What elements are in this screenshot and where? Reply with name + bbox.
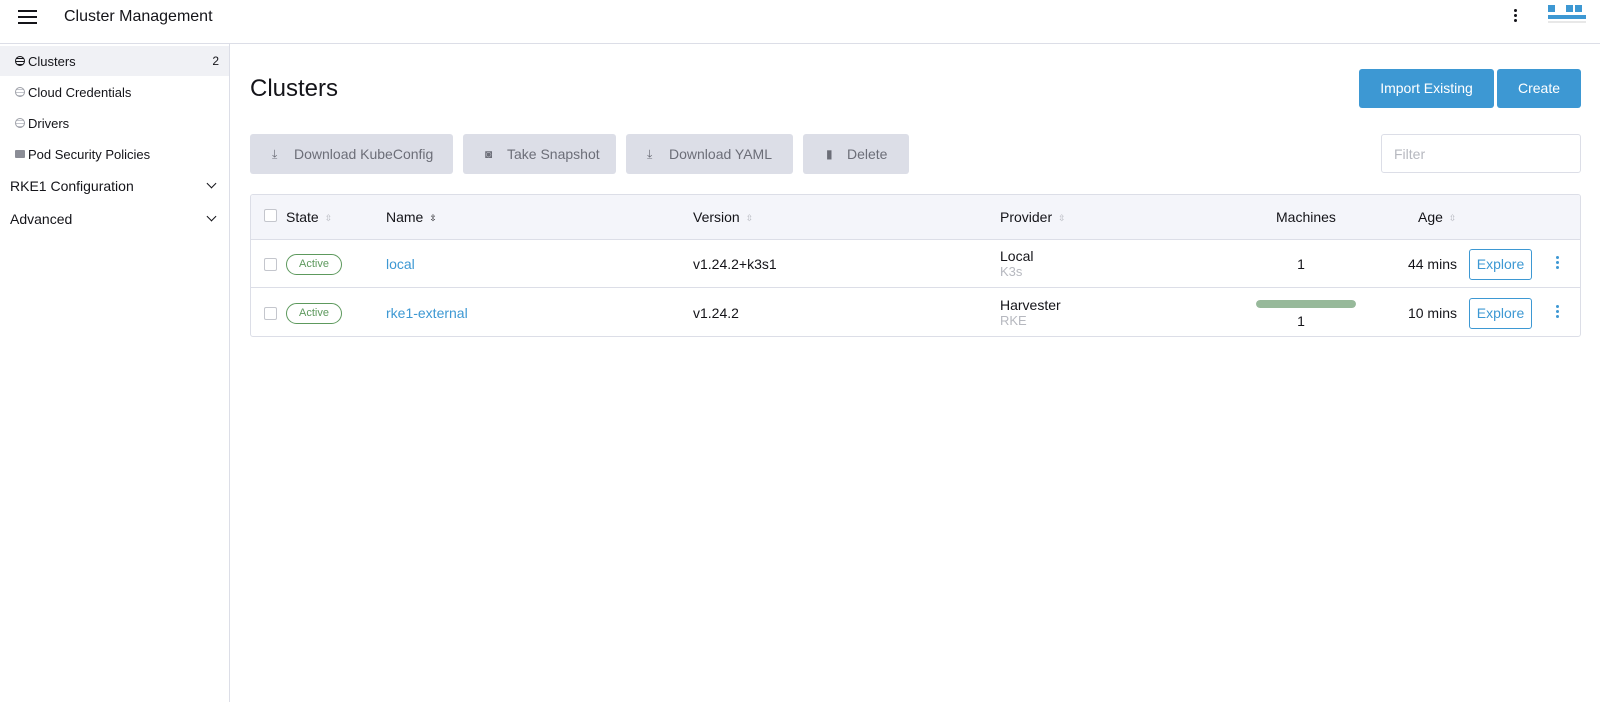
machine-count: 1	[1297, 256, 1305, 272]
sort-icon: ⇳	[324, 213, 333, 223]
sort-icon: ⇳	[1448, 213, 1457, 223]
column-header-label: Age	[1418, 209, 1443, 225]
provider-distro: RKE	[1000, 313, 1027, 328]
column-header-label: Provider	[1000, 209, 1053, 225]
sidebar-group-label: Advanced	[10, 211, 73, 227]
cluster-age: 44 mins	[1407, 256, 1457, 272]
machines-progress-bar	[1256, 300, 1356, 308]
sidebar-item-label: Pod Security Policies	[28, 147, 151, 162]
column-header-version[interactable]: Version ⇳	[693, 209, 753, 225]
sort-icon: ⇳	[1058, 213, 1066, 223]
globe-icon	[15, 87, 25, 97]
bulk-button-label: Take Snapshot	[507, 146, 600, 162]
app-title: Cluster Management	[64, 8, 213, 25]
chevron-down-icon	[206, 178, 217, 189]
bulk-button-label: Download YAML	[669, 146, 772, 162]
row-actions-icon[interactable]	[1553, 305, 1561, 322]
bulk-button-label: Delete	[847, 146, 888, 162]
explore-button[interactable]: Explore	[1469, 298, 1532, 329]
delete-button[interactable]: ▮ Delete	[803, 134, 909, 174]
folder-icon	[15, 150, 25, 158]
filter-input[interactable]	[1381, 134, 1581, 173]
rancher-logo[interactable]	[1548, 5, 1586, 35]
cluster-version: v1.24.2	[693, 305, 739, 321]
download-icon: ⤓	[272, 147, 278, 161]
row-checkbox[interactable]	[264, 258, 277, 271]
column-header-label: State	[286, 209, 319, 225]
column-header-name[interactable]: Name ⇳	[386, 209, 437, 225]
select-all-checkbox[interactable]	[264, 209, 277, 222]
globe-icon	[15, 118, 25, 128]
sidebar-group-advanced[interactable]: Advanced	[0, 204, 229, 234]
explore-button[interactable]: Explore	[1469, 249, 1532, 280]
table-row: Active local v1.24.2+k3s1 Local K3s 1 44 …	[251, 240, 1580, 288]
provider-name: Local	[1000, 248, 1034, 264]
hamburger-icon[interactable]	[18, 10, 38, 26]
cluster-age: 10 mins	[1407, 305, 1457, 321]
sidebar-item-drivers[interactable]: Drivers	[0, 108, 229, 138]
column-header-label: Machines	[1276, 209, 1336, 225]
sidebar-group-rke1-configuration[interactable]: RKE1 Configuration	[0, 171, 229, 201]
import-existing-button[interactable]: Import Existing	[1359, 69, 1494, 108]
machine-count: 1	[1297, 313, 1305, 329]
clusters-table: State ⇳ Name ⇳ Version ⇳ Provider ⇳ Machines…	[250, 194, 1581, 337]
status-badge: Active	[286, 303, 342, 324]
progress-fill	[1256, 300, 1356, 308]
sort-icon: ⇳	[745, 213, 754, 223]
bulk-button-label: Download KubeConfig	[294, 146, 434, 162]
create-button[interactable]: Create	[1497, 69, 1581, 108]
status-badge: Active	[286, 254, 342, 275]
column-header-age[interactable]: Age ⇳	[1418, 209, 1456, 225]
cluster-provider: Harvester RKE	[1000, 297, 1061, 329]
provider-name: Harvester	[1000, 297, 1061, 313]
take-snapshot-button[interactable]: ◙ Take Snapshot	[463, 134, 616, 174]
row-actions-icon[interactable]	[1553, 256, 1561, 273]
column-header-label: Version	[693, 209, 740, 225]
page-title: Clusters	[250, 75, 339, 102]
cluster-name-link[interactable]: local	[386, 256, 415, 272]
cluster-provider: Local K3s	[1000, 248, 1033, 280]
sidebar-item-label: Clusters	[28, 54, 76, 69]
kebab-icon[interactable]	[1510, 9, 1520, 27]
top-header: Cluster Management	[0, 0, 1600, 44]
sort-icon: ⇳	[429, 213, 437, 223]
sidebar-item-label: Cloud Credentials	[28, 85, 132, 100]
cluster-version: v1.24.2+k3s1	[693, 256, 777, 272]
table-header: State ⇳ Name ⇳ Version ⇳ Provider ⇳ Machines…	[251, 195, 1580, 240]
chevron-down-icon	[206, 211, 217, 222]
column-header-provider[interactable]: Provider ⇳	[1000, 209, 1066, 225]
download-kubeconfig-button[interactable]: ⤓ Download KubeConfig	[250, 134, 453, 174]
table-row: Active rke1-external v1.24.2 Harvester RK…	[251, 289, 1580, 336]
download-yaml-button[interactable]: ⤓ Download YAML	[626, 134, 793, 174]
globe-icon	[15, 56, 25, 66]
camera-icon: ◙	[485, 147, 493, 161]
column-header-state[interactable]: State ⇳	[286, 209, 332, 225]
trash-icon: ▮	[826, 147, 833, 161]
cluster-name-link[interactable]: rke1-external	[386, 305, 468, 321]
row-checkbox[interactable]	[264, 307, 277, 320]
sidebar-item-pod-security-policies[interactable]: Pod Security Policies	[0, 139, 229, 169]
column-header-label: Name	[386, 209, 424, 225]
column-header-machines: Machines	[1276, 209, 1336, 225]
download-icon: ⤓	[647, 147, 653, 161]
sidebar: Clusters 2 Cloud Credentials Drivers Pod…	[0, 44, 230, 702]
sidebar-item-label: Drivers	[28, 116, 70, 131]
provider-distro: K3s	[1000, 264, 1023, 279]
sidebar-group-label: RKE1 Configuration	[10, 178, 134, 194]
sidebar-item-clusters[interactable]: Clusters 2	[0, 46, 229, 76]
sidebar-item-cloud-credentials[interactable]: Cloud Credentials	[0, 77, 229, 107]
sidebar-item-count: 2	[212, 54, 219, 68]
